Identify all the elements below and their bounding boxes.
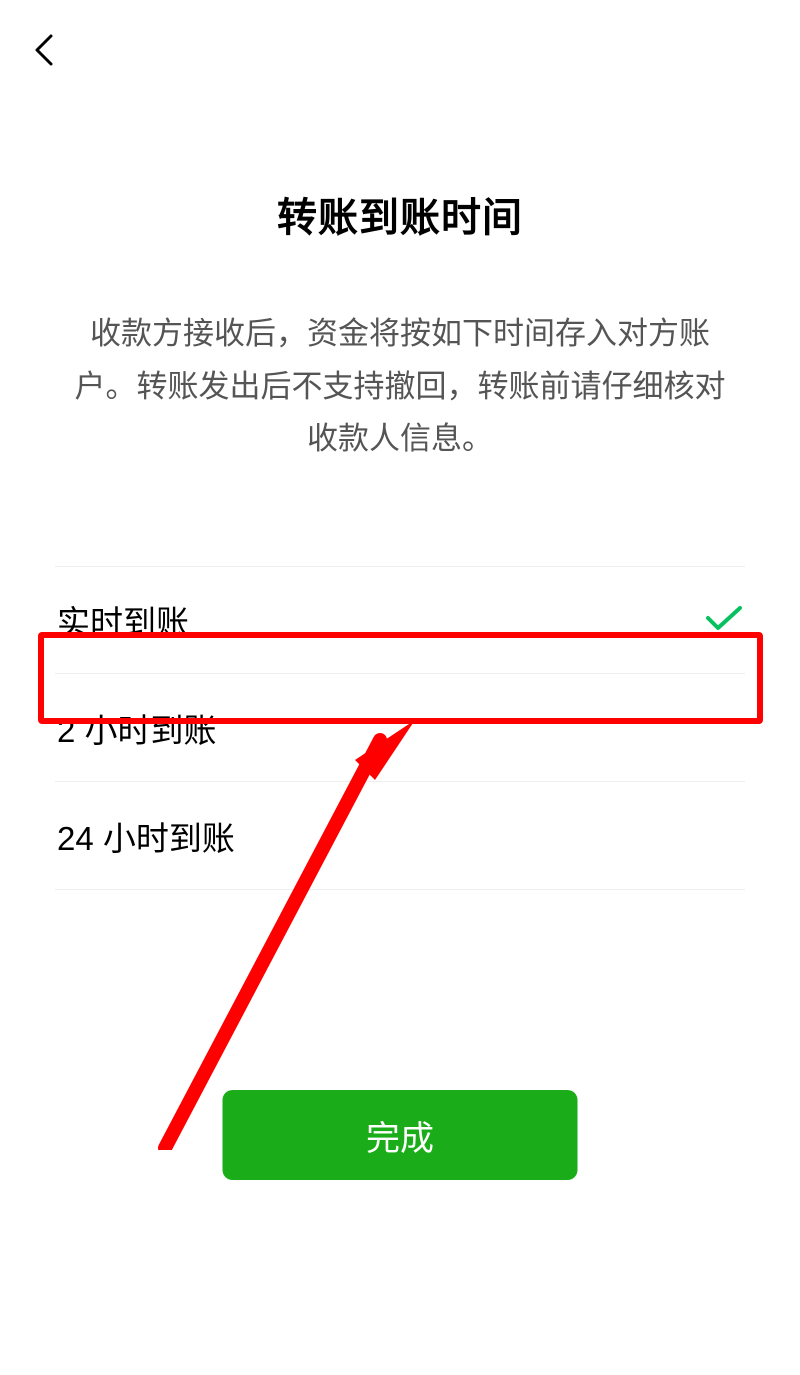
check-icon bbox=[705, 604, 743, 637]
options-list: 实时到账 2 小时到账 24 小时到账 bbox=[55, 566, 745, 890]
header bbox=[0, 0, 800, 100]
option-24hours[interactable]: 24 小时到账 bbox=[55, 782, 745, 890]
option-realtime[interactable]: 实时到账 bbox=[55, 566, 745, 674]
back-icon[interactable] bbox=[25, 30, 65, 70]
option-2hours[interactable]: 2 小时到账 bbox=[55, 674, 745, 782]
page-description: 收款方接收后，资金将按如下时间存入对方账户。转账发出后不支持撤回，转账前请仔细核… bbox=[55, 308, 745, 466]
option-label: 24 小时到账 bbox=[57, 812, 235, 860]
content: 转账到账时间 收款方接收后，资金将按如下时间存入对方账户。转账发出后不支持撤回，… bbox=[0, 185, 800, 890]
confirm-button[interactable]: 完成 bbox=[223, 1090, 578, 1180]
option-label: 2 小时到账 bbox=[57, 704, 217, 752]
option-label: 实时到账 bbox=[57, 596, 189, 644]
page-title: 转账到账时间 bbox=[55, 185, 745, 243]
